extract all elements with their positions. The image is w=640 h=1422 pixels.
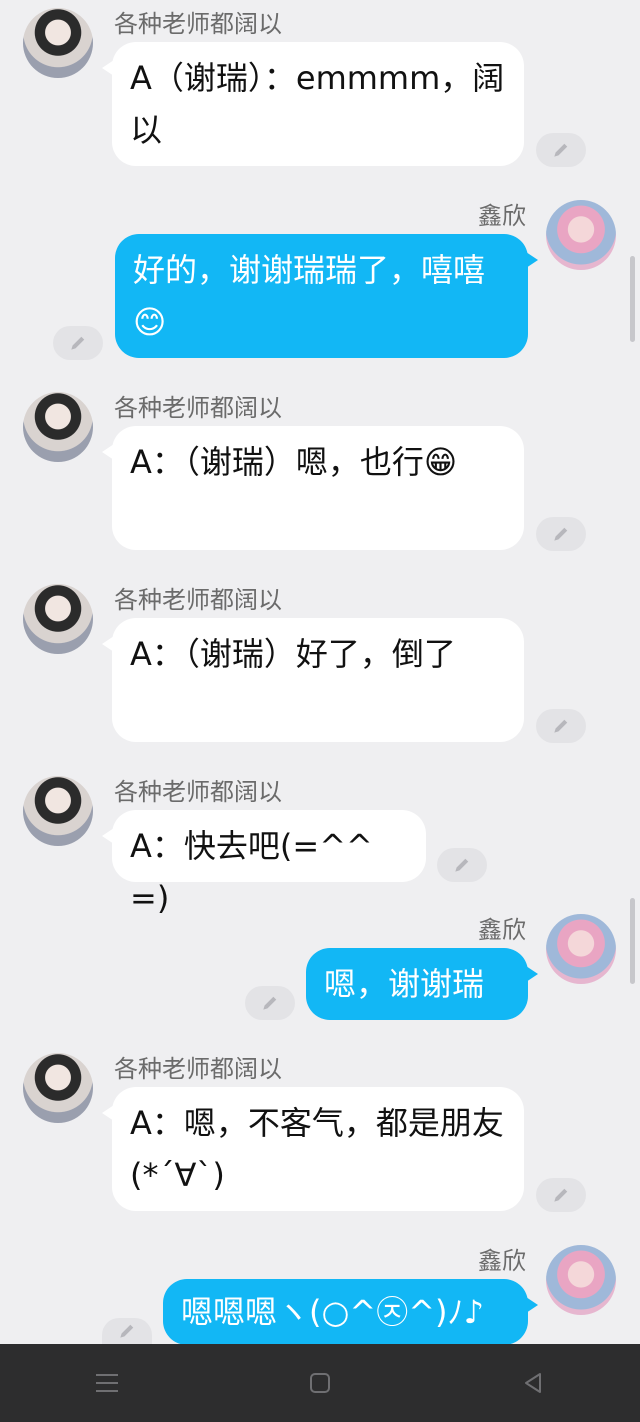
pencil-icon: [455, 858, 469, 872]
edit-button[interactable]: [437, 848, 487, 882]
edit-button[interactable]: [536, 133, 586, 167]
sender-name: 各种老师都阔以: [114, 1055, 282, 1083]
avatar[interactable]: [23, 776, 93, 846]
back-triangle-icon: [525, 1373, 542, 1393]
edit-button[interactable]: [245, 986, 295, 1020]
sender-name: 鑫欣: [478, 1247, 526, 1275]
edit-button[interactable]: [536, 1178, 586, 1212]
sender-name: 鑫欣: [478, 202, 526, 230]
message-bubble[interactable]: A：（谢瑞）好了，倒了: [102, 618, 524, 742]
home-square-icon: [309, 1373, 330, 1393]
pencil-icon: [554, 719, 568, 733]
avatar[interactable]: [546, 1245, 616, 1315]
pencil-icon: [554, 527, 568, 541]
menu-icon: [95, 1374, 118, 1392]
message-bubble[interactable]: A（谢瑞）：emmmm，阔以: [102, 42, 524, 166]
message-bubble[interactable]: 好的，谢谢瑞瑞了，嘻嘻😊: [115, 234, 538, 358]
pencil-icon: [554, 1188, 568, 1202]
message-bubble[interactable]: A：快去吧(=^^=): [102, 810, 426, 917]
avatar[interactable]: [546, 200, 616, 270]
avatar[interactable]: [23, 8, 93, 78]
avatar[interactable]: [23, 392, 93, 462]
pencil-icon: [71, 336, 85, 350]
nav-home-button[interactable]: [300, 1363, 340, 1403]
message-bubble[interactable]: 嗯嗯嗯ヽ(○^㉨^)ﾉ♪: [163, 1279, 538, 1345]
avatar[interactable]: [23, 1053, 93, 1123]
edit-button[interactable]: [536, 709, 586, 743]
scrollbar[interactable]: [630, 256, 635, 342]
edit-button[interactable]: [102, 1318, 152, 1344]
pencil-icon: [120, 1324, 134, 1338]
sender-name: 各种老师都阔以: [114, 586, 282, 614]
sender-name: 各种老师都阔以: [114, 10, 282, 38]
edit-button[interactable]: [53, 326, 103, 360]
pencil-icon: [554, 143, 568, 157]
avatar[interactable]: [23, 584, 93, 654]
message-bubble[interactable]: A：嗯，不客气，都是朋友(*´∀`): [102, 1087, 524, 1211]
system-nav-bar: [0, 1344, 640, 1422]
sender-name: 各种老师都阔以: [114, 394, 282, 422]
pencil-icon: [263, 996, 277, 1010]
message-bubble[interactable]: A：（谢瑞）嗯，也行😁: [102, 426, 524, 550]
edit-button[interactable]: [536, 517, 586, 551]
sender-name: 各种老师都阔以: [114, 778, 282, 806]
nav-menu-button[interactable]: [87, 1363, 127, 1403]
sender-name: 鑫欣: [478, 916, 526, 944]
avatar[interactable]: [546, 914, 616, 984]
nav-back-button[interactable]: [513, 1363, 553, 1403]
scrollbar[interactable]: [630, 898, 635, 984]
message-bubble[interactable]: 嗯，谢谢瑞: [306, 948, 538, 1020]
